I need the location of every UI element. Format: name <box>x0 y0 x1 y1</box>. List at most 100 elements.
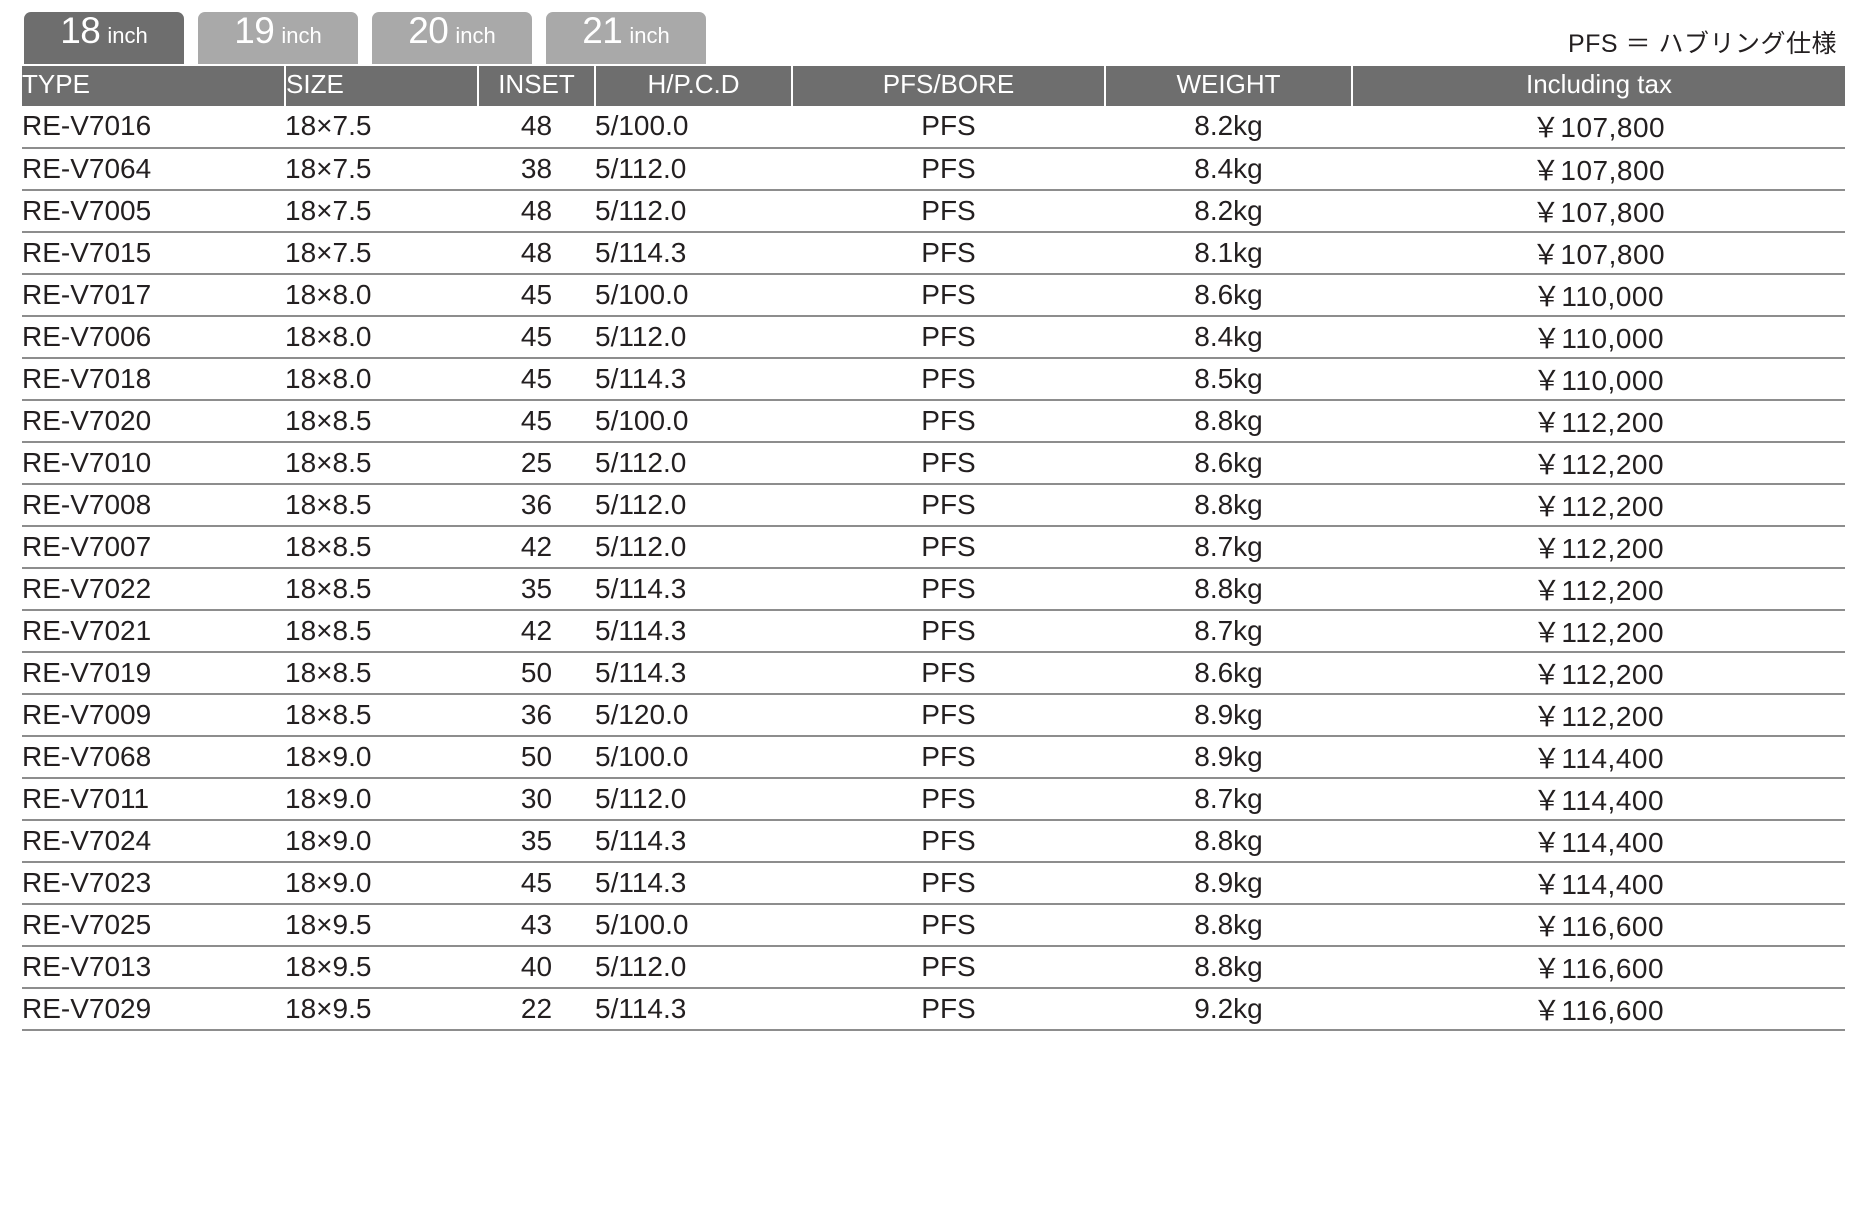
table-row: RE-V7008 18×8.5 36 5/112.0 PFS 8.8kg ￥112,200 <box>22 483 1845 527</box>
cell-inset: 35 <box>478 567 595 611</box>
table-row: RE-V7019 18×8.5 50 5/114.3 PFS 8.6kg ￥112,200 <box>22 651 1845 695</box>
cell-inset: 36 <box>478 483 595 527</box>
cell-type: RE-V7022 <box>22 567 285 611</box>
cell-weight: 8.4kg <box>1105 147 1352 191</box>
cell-size: 18×7.5 <box>285 147 478 191</box>
cell-including-tax: ￥110,000 <box>1352 273 1845 317</box>
cell-size: 18×9.0 <box>285 735 478 779</box>
cell-pfs-bore: PFS <box>792 945 1105 989</box>
cell-weight: 8.9kg <box>1105 861 1352 905</box>
cell-type: RE-V7011 <box>22 777 285 821</box>
cell-type: RE-V7006 <box>22 315 285 359</box>
tab-size-number: 18 <box>60 10 101 51</box>
cell-hpcd: 5/114.3 <box>595 861 792 905</box>
cell-hpcd: 5/100.0 <box>595 106 792 149</box>
cell-type: RE-V7017 <box>22 273 285 317</box>
cell-inset: 40 <box>478 945 595 989</box>
tab-18-inch[interactable]: 18 inch <box>24 12 184 64</box>
table-row: RE-V7017 18×8.0 45 5/100.0 PFS 8.6kg ￥110,000 <box>22 273 1845 317</box>
cell-pfs-bore: PFS <box>792 483 1105 527</box>
cell-weight: 8.9kg <box>1105 735 1352 779</box>
table-row: RE-V7020 18×8.5 45 5/100.0 PFS 8.8kg ￥112,200 <box>22 399 1845 443</box>
cell-type: RE-V7029 <box>22 987 285 1031</box>
cell-hpcd: 5/114.3 <box>595 567 792 611</box>
tab-19-inch[interactable]: 19 inch <box>198 12 358 64</box>
cell-type: RE-V7010 <box>22 441 285 485</box>
cell-hpcd: 5/114.3 <box>595 609 792 653</box>
tab-size-unit: inch <box>455 23 496 48</box>
cell-pfs-bore: PFS <box>792 147 1105 191</box>
cell-including-tax: ￥107,800 <box>1352 189 1845 233</box>
cell-weight: 8.1kg <box>1105 231 1352 275</box>
cell-pfs-bore: PFS <box>792 567 1105 611</box>
cell-including-tax: ￥112,200 <box>1352 483 1845 527</box>
cell-weight: 8.7kg <box>1105 777 1352 821</box>
tab-size-unit: inch <box>629 23 670 48</box>
cell-hpcd: 5/112.0 <box>595 525 792 569</box>
cell-pfs-bore: PFS <box>792 861 1105 905</box>
cell-including-tax: ￥112,200 <box>1352 441 1845 485</box>
cell-weight: 8.8kg <box>1105 945 1352 989</box>
cell-hpcd: 5/114.3 <box>595 819 792 863</box>
cell-pfs-bore: PFS <box>792 315 1105 359</box>
cell-hpcd: 5/100.0 <box>595 273 792 317</box>
cell-pfs-bore: PFS <box>792 441 1105 485</box>
cell-hpcd: 5/112.0 <box>595 483 792 527</box>
cell-including-tax: ￥114,400 <box>1352 777 1845 821</box>
cell-inset: 45 <box>478 399 595 443</box>
cell-including-tax: ￥112,200 <box>1352 525 1845 569</box>
cell-including-tax: ￥114,400 <box>1352 735 1845 779</box>
tab-21-inch[interactable]: 21 inch <box>546 12 706 64</box>
cell-including-tax: ￥116,600 <box>1352 945 1845 989</box>
cell-weight: 8.4kg <box>1105 315 1352 359</box>
spec-table-container: TYPE SIZE INSET H/P.C.D PFS/BORE WEIGHT … <box>22 66 1845 1031</box>
cell-including-tax: ￥107,800 <box>1352 147 1845 191</box>
column-header-type: TYPE <box>22 66 286 106</box>
cell-inset: 25 <box>478 441 595 485</box>
cell-hpcd: 5/112.0 <box>595 441 792 485</box>
cell-inset: 43 <box>478 903 595 947</box>
cell-type: RE-V7024 <box>22 819 285 863</box>
cell-weight: 8.8kg <box>1105 903 1352 947</box>
cell-inset: 30 <box>478 777 595 821</box>
table-row: RE-V7006 18×8.0 45 5/112.0 PFS 8.4kg ￥110,000 <box>22 315 1845 359</box>
cell-including-tax: ￥112,200 <box>1352 567 1845 611</box>
cell-type: RE-V7009 <box>22 693 285 737</box>
cell-type: RE-V7013 <box>22 945 285 989</box>
cell-inset: 45 <box>478 315 595 359</box>
cell-type: RE-V7016 <box>22 106 285 149</box>
cell-including-tax: ￥114,400 <box>1352 819 1845 863</box>
table-row: RE-V7011 18×9.0 30 5/112.0 PFS 8.7kg ￥114,400 <box>22 777 1845 821</box>
cell-type: RE-V7018 <box>22 357 285 401</box>
cell-size: 18×9.0 <box>285 777 478 821</box>
cell-size: 18×8.0 <box>285 315 478 359</box>
cell-type: RE-V7025 <box>22 903 285 947</box>
cell-inset: 48 <box>478 106 595 149</box>
cell-hpcd: 5/114.3 <box>595 231 792 275</box>
cell-hpcd: 5/112.0 <box>595 945 792 989</box>
column-header-pfs-bore: PFS/BORE <box>792 66 1106 106</box>
table-row: RE-V7021 18×8.5 42 5/114.3 PFS 8.7kg ￥112,200 <box>22 609 1845 653</box>
cell-type: RE-V7064 <box>22 147 285 191</box>
cell-inset: 38 <box>478 147 595 191</box>
table-row: RE-V7068 18×9.0 50 5/100.0 PFS 8.9kg ￥114,400 <box>22 735 1845 779</box>
cell-including-tax: ￥116,600 <box>1352 903 1845 947</box>
tab-20-inch[interactable]: 20 inch <box>372 12 532 64</box>
cell-size: 18×9.5 <box>285 945 478 989</box>
cell-including-tax: ￥110,000 <box>1352 315 1845 359</box>
cell-including-tax: ￥116,600 <box>1352 987 1845 1031</box>
cell-weight: 8.2kg <box>1105 189 1352 233</box>
column-header-including-tax: Including tax <box>1352 66 1845 106</box>
spec-table-page: 18 inch 19 inch 20 inch 21 inch PFS ＝ ハブリング仕様 T… <box>0 0 1867 1216</box>
column-header-size: SIZE <box>285 66 479 106</box>
cell-including-tax: ￥112,200 <box>1352 399 1845 443</box>
cell-pfs-bore: PFS <box>792 819 1105 863</box>
cell-inset: 42 <box>478 609 595 653</box>
cell-hpcd: 5/120.0 <box>595 693 792 737</box>
cell-weight: 8.2kg <box>1105 106 1352 149</box>
table-row: RE-V7023 18×9.0 45 5/114.3 PFS 8.9kg ￥114,400 <box>22 861 1845 905</box>
cell-hpcd: 5/114.3 <box>595 987 792 1031</box>
cell-size: 18×8.0 <box>285 273 478 317</box>
table-row: RE-V7010 18×8.5 25 5/112.0 PFS 8.6kg ￥112,200 <box>22 441 1845 485</box>
spec-table: TYPE SIZE INSET H/P.C.D PFS/BORE WEIGHT … <box>22 66 1845 1031</box>
